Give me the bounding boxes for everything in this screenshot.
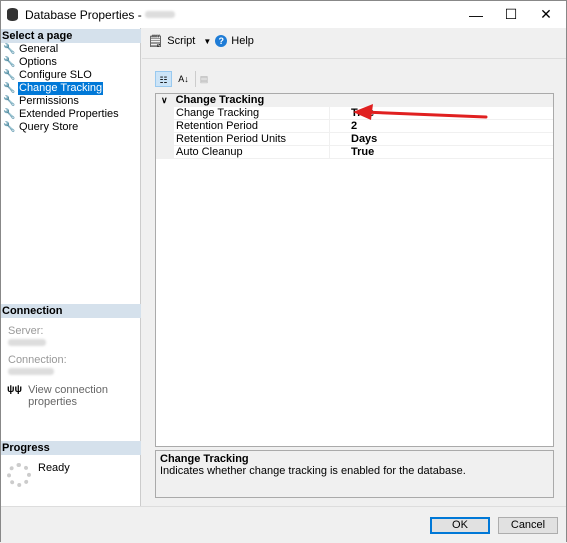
database-properties-window: Database Properties - — ☐ ✕ Select a pag… xyxy=(0,0,567,542)
ok-button[interactable]: OK xyxy=(430,517,490,534)
cancel-button[interactable]: Cancel xyxy=(498,517,558,534)
button-bar: OK Cancel xyxy=(1,506,566,542)
annotation-arrow xyxy=(353,104,488,120)
